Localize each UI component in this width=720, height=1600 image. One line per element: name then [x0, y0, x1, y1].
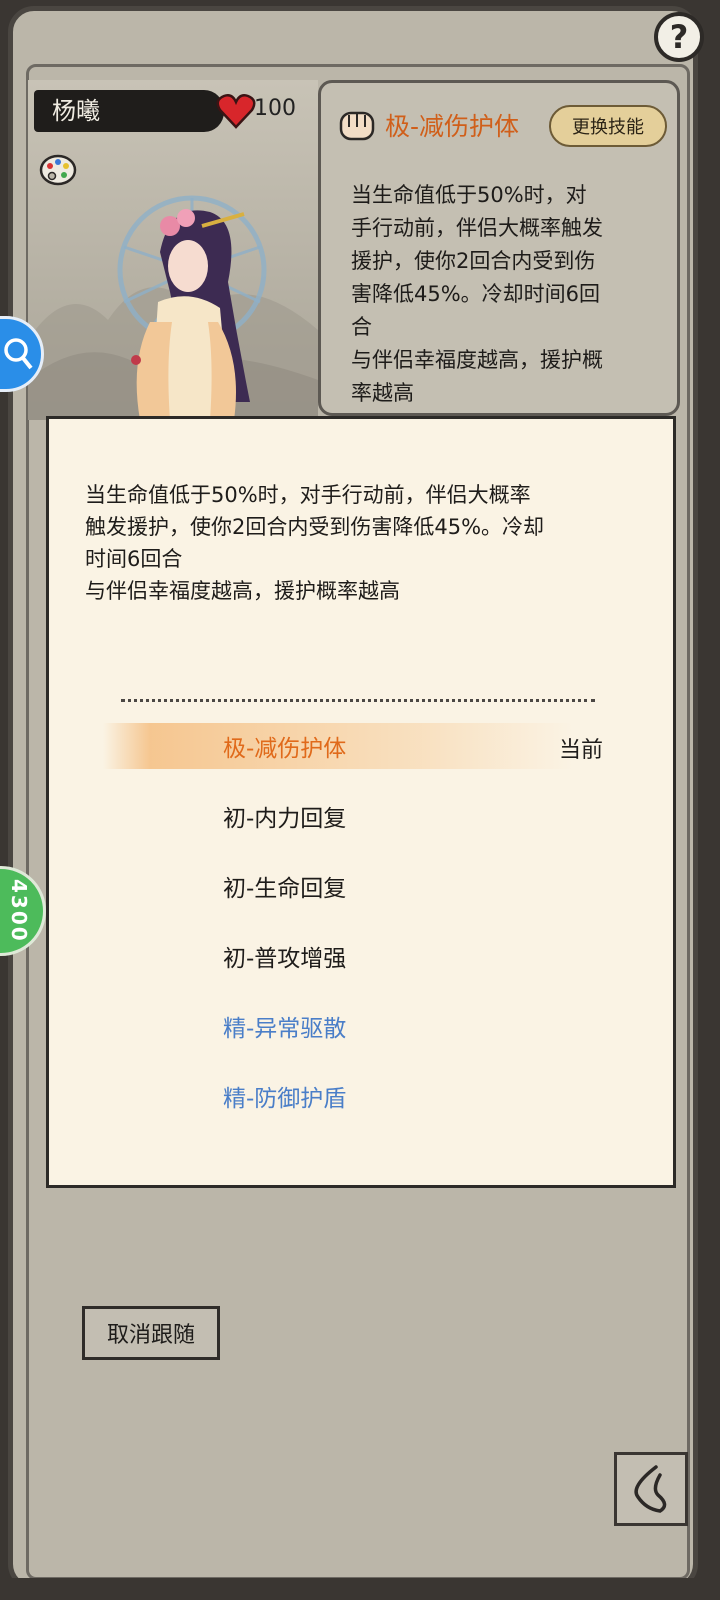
companion-name: 杨曦: [34, 90, 224, 132]
skill-card-title: 极-减伤护体: [385, 112, 520, 141]
skill-option[interactable]: 初-内力回复: [103, 793, 573, 839]
divider: [121, 699, 595, 702]
back-arrow-icon: [634, 1465, 667, 1513]
skill-option-label: 初-内力回复: [223, 806, 347, 832]
skill-select-modal: 当生命值低于50%时，对手行动前，伴侣大概率 触发援护，使你2回合内受到伤害降低…: [46, 416, 676, 1188]
skill-card-description: 当生命值低于50%时，对 手行动前，伴侣大概率触发 援护，使你2回合内受到伤 害…: [351, 183, 603, 405]
back-button[interactable]: [614, 1452, 688, 1526]
skill-option-label: 精-异常驱散: [223, 1016, 347, 1042]
skill-option[interactable]: 精-异常驱散: [103, 1003, 573, 1049]
fist-icon: [339, 111, 375, 141]
change-skill-button[interactable]: 更换技能: [549, 105, 667, 147]
skill-option[interactable]: 初-普攻增强: [103, 933, 573, 979]
palette-icon[interactable]: [38, 152, 78, 188]
search-icon: [4, 338, 33, 370]
side-badge-value: 4300: [7, 879, 31, 943]
skill-option-label: 精-防御护盾: [223, 1086, 347, 1112]
question-icon: ?: [669, 18, 689, 56]
help-button[interactable]: ?: [654, 12, 704, 62]
current-skill-badge: 当前: [559, 738, 604, 763]
companion-character: [117, 195, 267, 420]
skill-option[interactable]: 精-防御护盾: [103, 1073, 573, 1119]
skill-option[interactable]: 极-减伤护体: [103, 723, 573, 769]
heart-icon: [216, 94, 256, 129]
modal-description: 当生命值低于50%时，对手行动前，伴侣大概率 触发援护，使你2回合内受到伤害降低…: [85, 483, 545, 603]
skill-card: 极-减伤护体 更换技能 当生命值低于50%时，对 手行动前，伴侣大概率触发 援护…: [318, 80, 680, 416]
hp-value: 100: [254, 96, 296, 121]
unfollow-button[interactable]: 取消跟随: [82, 1306, 220, 1360]
skill-option-label: 极-减伤护体: [223, 736, 347, 762]
skill-option-label: 初-普攻增强: [223, 946, 347, 972]
bottom-edge: [0, 1578, 720, 1600]
skill-option[interactable]: 初-生命回复: [103, 863, 573, 909]
skill-option-label: 初-生命回复: [223, 876, 347, 902]
